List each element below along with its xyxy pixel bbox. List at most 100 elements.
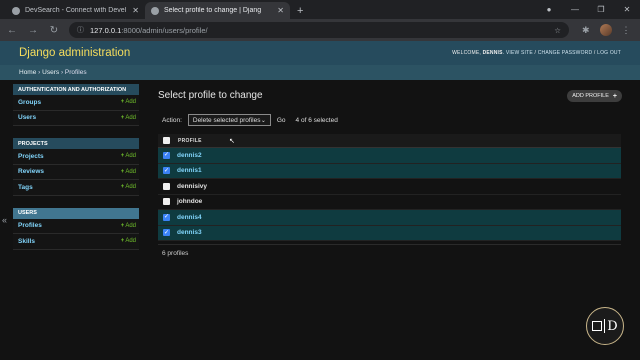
star-icon[interactable]: ☆ [554,26,561,35]
profile-link[interactable]: dennis3 [177,229,202,236]
log-out-link[interactable]: LOG OUT [597,50,621,56]
extensions-icon[interactable]: ✱ [582,25,590,36]
sidebar-item-skills: Skills +Add [13,234,139,250]
url-host: 127.0.0.1 [90,25,122,35]
profile-link[interactable]: johndoe [177,198,202,205]
view-site-link[interactable]: VIEW SITE [506,50,533,56]
breadcrumb: Home › Users › Profiles [0,65,640,80]
plus-icon: + [612,92,617,100]
add-link[interactable]: +Add [121,223,136,229]
media-icon[interactable]: ● [536,0,562,19]
profile-link[interactable]: dennis1 [177,167,202,174]
forward-icon[interactable]: → [24,21,42,39]
module-projects: PROJECTS Projects +Add Reviews +Add Tags… [13,138,139,196]
plus-icon: + [120,184,125,191]
logo-divider [604,319,606,333]
module-auth: AUTHENTICATION AND AUTHORIZATION Groups … [13,84,139,126]
channel-logo: D [586,307,624,345]
breadcrumb-users[interactable]: Users [42,69,59,76]
table-header: PROFILE [158,134,621,148]
add-link[interactable]: +Add [121,115,136,121]
add-link[interactable]: +Add [121,153,136,159]
url-path: :8000/admin/users/profile/ [121,25,208,35]
separator: / [593,50,596,56]
table-row: dennisivy [158,179,621,195]
tab-title: Select profile to change | Djang [164,7,262,14]
add-link[interactable]: +Add [121,99,136,105]
sidebar-item-label[interactable]: Users [18,114,36,121]
row-checkbox[interactable]: ✓ [163,167,170,175]
action-select-value: Delete selected profiles [192,116,261,124]
profile-link[interactable]: dennisivy [177,183,207,190]
profile-avatar[interactable] [599,24,612,36]
back-icon[interactable]: ← [3,21,21,39]
sidebar: AUTHENTICATION AND AUTHORIZATION Groups … [13,84,139,260]
select-all-checkbox[interactable] [163,137,170,144]
tab-select-profile[interactable]: Select profile to change | Djang ✕ [145,2,290,19]
welcome-text: WELCOME, [452,50,481,56]
change-password-link[interactable]: CHANGE PASSWORD [538,50,593,56]
sidebar-item-label[interactable]: Groups [18,99,41,106]
new-tab-icon[interactable]: + [297,2,303,19]
browser-toolbar: ← → ↻ ⓘ 127.0.0.1:8000/admin/users/profi… [0,19,640,41]
sidebar-item-projects: Projects +Add [13,149,139,165]
result-table: PROFILE ✓ dennis2 ✓ dennis1 dennisivy jo… [158,134,621,241]
collapse-sidebar-icon[interactable]: « [2,215,7,225]
minimize-icon[interactable]: — [562,0,588,19]
module-caption[interactable]: USERS [13,207,139,219]
window-controls: ● — ❐ ✕ [536,0,640,19]
add-link[interactable]: +Add [121,184,136,190]
row-checkbox[interactable]: ✓ [163,151,170,159]
globe-icon [151,6,159,15]
mouse-cursor-icon: ↖ [229,138,235,145]
module-caption[interactable]: PROJECTS [13,138,139,149]
table-row: ✓ dennis3 [158,225,621,241]
sidebar-item-label[interactable]: Projects [18,153,44,160]
row-checkbox[interactable] [163,182,170,190]
info-icon[interactable]: ⓘ [77,25,84,35]
close-icon[interactable]: ✕ [132,6,139,15]
module-caption[interactable]: AUTHENTICATION AND AUTHORIZATION [13,84,139,95]
go-button[interactable]: Go [277,117,286,124]
add-profile-button[interactable]: ADD PROFILE + [567,90,622,102]
row-checkbox[interactable]: ✓ [163,213,170,221]
add-link[interactable]: +Add [121,238,136,244]
row-checkbox[interactable]: ✓ [163,229,170,237]
action-select[interactable]: Delete selected profiles ⌄ [187,114,271,126]
reload-icon[interactable]: ↻ [45,21,63,39]
site-brand[interactable]: Django administration [19,47,130,59]
address-bar[interactable]: ⓘ 127.0.0.1:8000/admin/users/profile/ ☆ [69,22,569,38]
maximize-icon[interactable]: ❐ [588,0,614,19]
close-icon[interactable]: ✕ [277,6,284,15]
username: DENNIS [482,50,503,56]
column-header-profile[interactable]: PROFILE [178,138,202,144]
sidebar-item-users: Users +Add [13,110,139,126]
user-tools: WELCOME, DENNIS. VIEW SITE / CHANGE PASS… [452,50,621,56]
profile-link[interactable]: dennis2 [177,152,202,159]
breadcrumb-home[interactable]: Home [19,69,36,76]
breadcrumb-separator: › [60,69,64,76]
sidebar-item-reviews: Reviews +Add [13,164,139,180]
plus-icon: + [120,114,125,121]
sidebar-item-label[interactable]: Profiles [18,222,42,229]
main-content: Select profile to change ADD PROFILE + A… [158,84,626,261]
tab-devsearch[interactable]: DevSearch - Connect with Devel ✕ [6,2,145,19]
admin-header: Django administration WELCOME, DENNIS. V… [0,41,640,65]
sidebar-item-label[interactable]: Reviews [18,168,44,175]
sidebar-item-label[interactable]: Tags [18,184,33,191]
sidebar-item-label[interactable]: Skills [18,238,35,245]
plus-icon: + [120,153,125,160]
add-link[interactable]: +Add [121,169,136,175]
row-checkbox[interactable] [163,198,170,206]
table-row: johndoe [158,195,621,210]
chevron-down-icon: ⌄ [260,117,266,124]
close-window-icon[interactable]: ✕ [614,0,640,19]
add-label: Add [125,184,136,191]
profile-link[interactable]: dennis4 [177,214,202,221]
selection-counter: 4 of 6 selected [295,116,338,124]
logo-mark: D [592,319,618,334]
breadcrumb-separator: › [38,69,41,76]
browser-tab-strip: DevSearch - Connect with Devel ✕ Select … [0,0,640,19]
add-label: Add [125,99,136,106]
menu-icon[interactable]: ⋮ [622,25,631,36]
